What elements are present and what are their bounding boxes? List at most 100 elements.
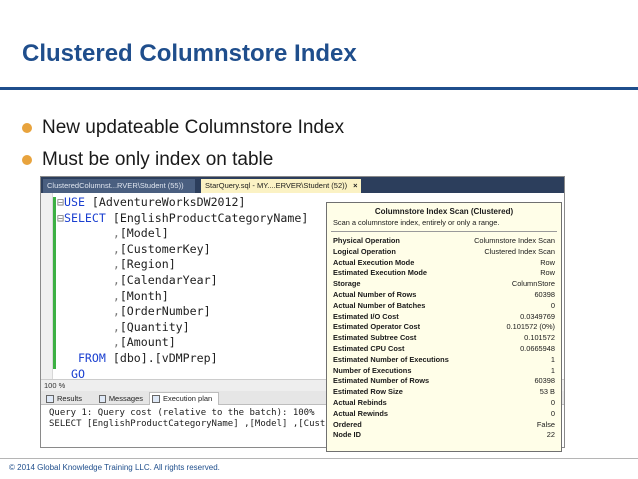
- bullet-list: New updateable Columnstore Index Must be…: [22, 112, 344, 176]
- property-value: 0: [550, 397, 555, 407]
- footer-divider: [0, 458, 638, 459]
- bullet-text: Must be only index on table: [42, 149, 274, 170]
- operator-tooltip: Columnstore Index Scan (Clustered) Scan …: [326, 202, 562, 452]
- tooltip-properties: Physical Operation Columnstore Index Scan…: [327, 236, 561, 441]
- tooltip-property-row: Estimated Number of Rows 60398: [327, 376, 561, 387]
- tooltip-property-row: Estimated Subtree Cost 0.101572: [327, 333, 561, 344]
- query-cost-line: Query 1: Query cost (relative to the bat…: [49, 408, 315, 418]
- property-name: Estimated Number of Rows: [333, 376, 430, 386]
- plan-icon: [152, 395, 160, 403]
- property-value: 60398: [534, 289, 555, 299]
- tooltip-property-row: Estimated CPU Cost 0.0665948: [327, 344, 561, 355]
- copyright-footer: © 2014 Global Knowledge Training LLC. Al…: [9, 463, 220, 472]
- property-value: 0.101572 (0%): [506, 322, 555, 332]
- bullet-item: New updateable Columnstore Index: [22, 112, 344, 144]
- property-value: 0.0665948: [520, 343, 555, 353]
- sql-code: ⊟USE [AdventureWorksDW2012] ⊟SELECT [Eng…: [57, 195, 309, 381]
- property-name: Estimated I/O Cost: [333, 311, 399, 321]
- messages-icon: [99, 394, 106, 403]
- property-name: Physical Operation: [333, 236, 400, 245]
- tooltip-property-row: Estimated Number of Executions 1: [327, 355, 561, 366]
- property-value: Row: [540, 268, 555, 278]
- title-underline: [0, 87, 638, 90]
- property-name: Actual Number of Batches: [333, 300, 426, 310]
- property-value: 1: [550, 354, 555, 364]
- tab-label: StarQuery.sql - MY....ERVER\Student (52)…: [205, 181, 348, 190]
- property-value: ColumnStore: [511, 279, 555, 289]
- column-name: [Region]: [119, 257, 176, 272]
- tooltip-description: Scan a columnstore index, entirely or on…: [333, 218, 500, 227]
- slide-title: Clustered Columnstore Index: [22, 40, 357, 67]
- property-value: 22: [546, 430, 555, 440]
- property-name: Actual Rebinds: [333, 397, 387, 407]
- tab-clustered-columnstore[interactable]: ClusteredColumnst...RVER\Student (55)): [43, 179, 195, 193]
- tooltip-property-row: Actual Rebinds 0: [327, 398, 561, 409]
- property-value: 0.101572: [524, 333, 555, 343]
- tooltip-property-row: Estimated I/O Cost 0.0349769: [327, 312, 561, 323]
- tooltip-property-row: Actual Number of Rows 60398: [327, 290, 561, 301]
- tooltip-property-row: Estimated Row Size 53 B: [327, 387, 561, 398]
- property-value: Clustered Index Scan: [484, 246, 555, 256]
- tab-execution-plan[interactable]: Execution plan: [149, 392, 219, 405]
- property-value: 0: [550, 408, 555, 418]
- property-name: Actual Execution Mode: [333, 257, 415, 267]
- tooltip-property-row: Storage ColumnStore: [327, 279, 561, 290]
- close-icon[interactable]: ×: [353, 181, 357, 190]
- tooltip-property-row: Actual Number of Batches 0: [327, 301, 561, 312]
- property-name: Number of Executions: [333, 365, 412, 375]
- tooltip-divider: [331, 231, 557, 232]
- tooltip-property-row: Actual Rewinds 0: [327, 409, 561, 420]
- property-value: 53 B: [539, 387, 555, 397]
- property-value: 0: [550, 300, 555, 310]
- document-tab-bar: ClusteredColumnst...RVER\Student (55)) S…: [41, 177, 564, 193]
- column-name: [Model]: [119, 226, 169, 241]
- column-name: [CustomerKey]: [119, 241, 211, 256]
- property-name: Storage: [333, 279, 361, 289]
- bullet-dot-icon: [22, 123, 32, 133]
- grid-icon: [46, 394, 54, 403]
- tab-messages[interactable]: Messages: [97, 392, 147, 405]
- property-name: Node ID: [333, 430, 361, 440]
- property-value: 60398: [534, 376, 555, 386]
- tooltip-title: Columnstore Index Scan (Clustered): [374, 207, 514, 216]
- zoom-level[interactable]: 100 %: [44, 381, 65, 390]
- property-value: Row: [540, 257, 555, 267]
- keyword-use: USE: [63, 195, 85, 209]
- tooltip-property-row: Estimated Execution Mode Row: [327, 268, 561, 279]
- change-marker: [53, 197, 56, 369]
- tab-results[interactable]: Results: [44, 392, 94, 405]
- database-name: [AdventureWorksDW2012]: [84, 195, 246, 209]
- tab-label: Execution plan: [163, 394, 213, 403]
- tab-label: Results: [57, 393, 83, 403]
- column-name: [OrderNumber]: [119, 304, 211, 319]
- bullet-dot-icon: [22, 155, 32, 165]
- property-name: Actual Number of Rows: [333, 289, 417, 299]
- tooltip-property-row: Estimated Operator Cost 0.101572 (0%): [327, 322, 561, 333]
- property-name: Ordered: [333, 419, 362, 429]
- bullet-item: Must be only index on table: [22, 144, 344, 176]
- property-value: Columnstore Index Scan: [474, 236, 555, 245]
- keyword-select: SELECT: [63, 210, 106, 225]
- tooltip-property-row: Number of Executions 1: [327, 366, 561, 377]
- tooltip-property-row: Actual Execution Mode Row: [327, 258, 561, 269]
- column-name: [CalendarYear]: [119, 272, 218, 287]
- property-name: Estimated CPU Cost: [333, 343, 405, 353]
- tooltip-property-row: Ordered False: [327, 420, 561, 431]
- tab-label: Messages: [108, 393, 143, 403]
- tooltip-property-row: Node ID 22: [327, 430, 561, 441]
- property-name: Estimated Subtree Cost: [333, 333, 417, 343]
- property-value: 0.0349769: [520, 311, 555, 321]
- tab-star-query[interactable]: StarQuery.sql - MY....ERVER\Student (52)…: [201, 179, 361, 193]
- property-name: Estimated Execution Mode: [333, 268, 428, 278]
- editor-gutter: [41, 193, 53, 379]
- first-column: [EnglishProductCategoryName]: [105, 210, 309, 225]
- property-name: Estimated Operator Cost: [333, 322, 421, 332]
- property-name: Estimated Number of Executions: [333, 354, 449, 364]
- property-value: False: [536, 419, 555, 429]
- property-name: Logical Operation: [333, 246, 396, 256]
- table-name: [dbo].[vDMPrep]: [105, 350, 218, 365]
- property-value: 1: [550, 365, 555, 375]
- column-name: [Month]: [119, 288, 169, 303]
- property-name: Actual Rewinds: [333, 408, 389, 418]
- column-name: [Amount]: [119, 335, 176, 350]
